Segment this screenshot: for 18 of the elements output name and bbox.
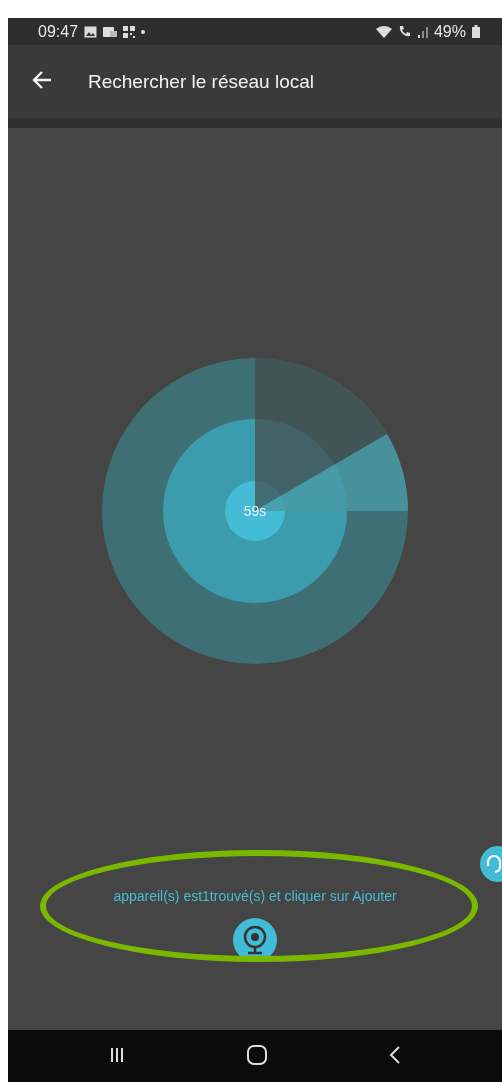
headset-icon bbox=[486, 854, 502, 874]
dot-icon bbox=[141, 29, 146, 34]
three-bars-icon bbox=[108, 1046, 125, 1063]
arrow-left-icon bbox=[32, 71, 52, 89]
qr-code-icon bbox=[123, 25, 136, 38]
chevron-left-icon bbox=[389, 1045, 402, 1064]
battery-percent: 49% bbox=[433, 22, 466, 41]
battery-icon bbox=[472, 25, 480, 38]
wifi-icon bbox=[375, 25, 392, 38]
status-message: appareil(s) est1trouvé(s) et cliquer sur Ajouter bbox=[113, 888, 397, 904]
countdown-timer: 59s bbox=[243, 503, 267, 519]
status-time: 09:47 bbox=[38, 22, 79, 41]
image-icon bbox=[84, 25, 98, 38]
call-icon bbox=[397, 25, 412, 38]
webcam-icon bbox=[242, 925, 268, 955]
page-title: Rechercher le réseau local bbox=[88, 70, 314, 93]
rounded-square-icon bbox=[246, 1043, 268, 1066]
signal-icon bbox=[417, 25, 428, 38]
